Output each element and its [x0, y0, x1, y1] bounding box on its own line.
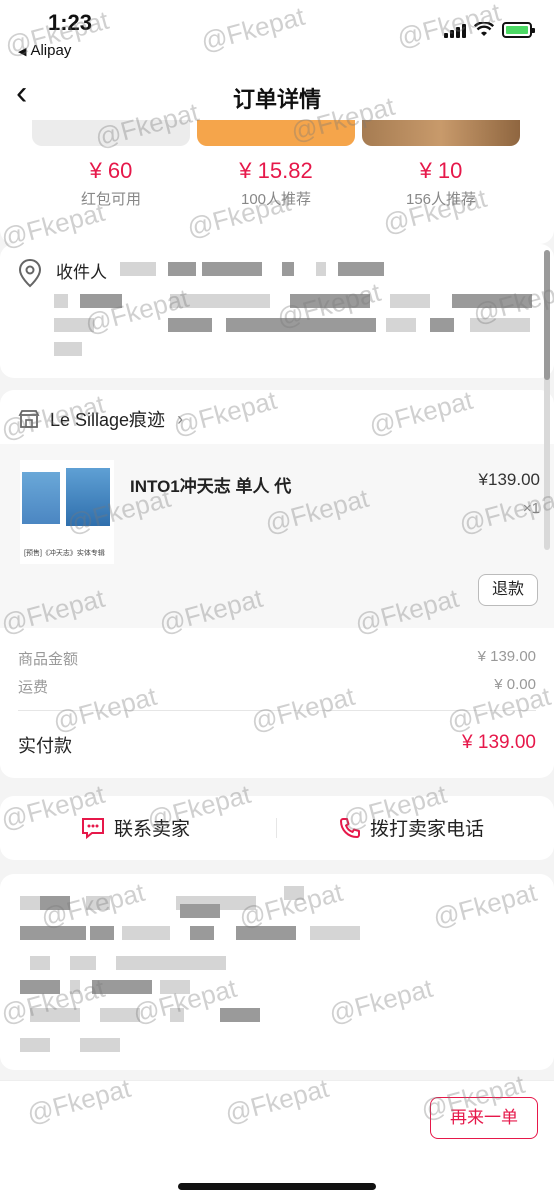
- divider: [18, 710, 536, 711]
- contact-seller-label: 联系卖家: [114, 819, 191, 840]
- goods-amount-value: ¥ 139.00: [477, 648, 536, 665]
- page-title: 订单详情: [232, 87, 321, 112]
- rec-subtitle-1: 红包可用: [80, 191, 141, 208]
- refund-button[interactable]: 退款: [478, 574, 538, 606]
- rec-subtitle-3: 156人推荐: [405, 191, 477, 208]
- back-to-app[interactable]: ◀ Alipay: [18, 42, 71, 59]
- goods-amount-row: 商品金额 ¥ 139.00: [18, 648, 536, 669]
- store-icon: [18, 410, 40, 428]
- product-thumbnail[interactable]: [预售]《冲天志》实体专辑: [20, 460, 114, 564]
- contact-seller-button[interactable]: 联系卖家: [80, 814, 190, 841]
- scrollbar[interactable]: [544, 250, 550, 550]
- album-cover-image: [66, 468, 110, 526]
- reorder-button[interactable]: 再来一单: [430, 1097, 538, 1139]
- shop-header[interactable]: Le Sillage痕迹 ›: [18, 406, 183, 432]
- home-indicator[interactable]: [178, 1183, 376, 1190]
- call-seller-button[interactable]: 拨打卖家电话: [338, 814, 484, 841]
- paid-amount-row: 实付款 ¥ 139.00: [18, 732, 536, 758]
- recipient-label: 收件人: [56, 263, 107, 282]
- rec-price-1: ¥ 60: [89, 158, 133, 183]
- amount-summary: 商品金额 ¥ 139.00 运费 ¥ 0.00 实付款 ¥ 139.00: [0, 628, 554, 778]
- product-title: INTO1冲天志 单人 代: [130, 477, 292, 496]
- shipping-value: ¥ 0.00: [494, 676, 536, 693]
- back-to-app-label: Alipay: [30, 42, 72, 59]
- status-bar: 1:23 ◀ Alipay: [0, 0, 554, 70]
- nav-bar: ‹ 订单详情: [0, 70, 554, 120]
- recommendation-strip: ¥ 60 ¥ 15.82 ¥ 10 红包可用 100人推荐 156人推荐: [0, 120, 554, 244]
- order-detail-page: 1:23 ◀ Alipay ‹ 订单详情 ¥ 60 ¥ 15.82 ¥ 10 红包…: [0, 0, 554, 1200]
- thumbnail-caption: [预售]《冲天志》实体专辑: [24, 550, 105, 557]
- signal-icon: [444, 22, 466, 38]
- status-time: 1:23: [48, 10, 93, 35]
- order-info-redacted: [0, 874, 554, 1070]
- chat-icon: [82, 817, 104, 839]
- rec-image-3[interactable]: [362, 120, 520, 146]
- battery-icon: [502, 22, 535, 38]
- order-item[interactable]: [预售]《冲天志》实体专辑 INTO1冲天志 单人 代 ¥139.00 ×1 退…: [0, 444, 554, 628]
- chevron-right-icon: ›: [177, 408, 184, 429]
- shipping-row: 运费 ¥ 0.00: [18, 676, 536, 697]
- call-seller-label: 拨打卖家电话: [370, 819, 485, 840]
- rec-image-1[interactable]: [32, 120, 190, 146]
- address-card[interactable]: 收件人: [0, 244, 554, 378]
- location-pin-icon: [18, 258, 42, 288]
- scrollbar-thumb[interactable]: [544, 250, 550, 380]
- rec-price-2: ¥ 15.82: [239, 158, 313, 183]
- divider: [276, 818, 277, 838]
- album-cover-image: [22, 472, 60, 524]
- status-icons: [444, 22, 535, 38]
- phone-icon: [340, 817, 360, 838]
- goods-amount-label: 商品金额: [18, 651, 79, 668]
- wifi-icon: [474, 22, 494, 36]
- shipping-label: 运费: [18, 679, 49, 696]
- back-to-app-icon: ◀: [18, 46, 27, 58]
- rec-price-3: ¥ 10: [419, 158, 463, 183]
- product-price: ¥139.00: [478, 470, 540, 489]
- bottom-bar: 再来一单: [0, 1080, 554, 1200]
- rec-image-2[interactable]: [197, 120, 355, 146]
- product-quantity: ×1: [522, 500, 540, 517]
- paid-amount-value: ¥ 139.00: [462, 732, 536, 753]
- rec-subtitle-2: 100人推荐: [240, 191, 312, 208]
- shop-card: Le Sillage痕迹 › [预售]《冲天志》实体专辑 INTO1冲天志 单人…: [0, 390, 554, 628]
- paid-amount-label: 实付款: [18, 736, 72, 756]
- shop-name: Le Sillage痕迹: [50, 410, 166, 430]
- contact-bar: 联系卖家 拨打卖家电话: [0, 796, 554, 860]
